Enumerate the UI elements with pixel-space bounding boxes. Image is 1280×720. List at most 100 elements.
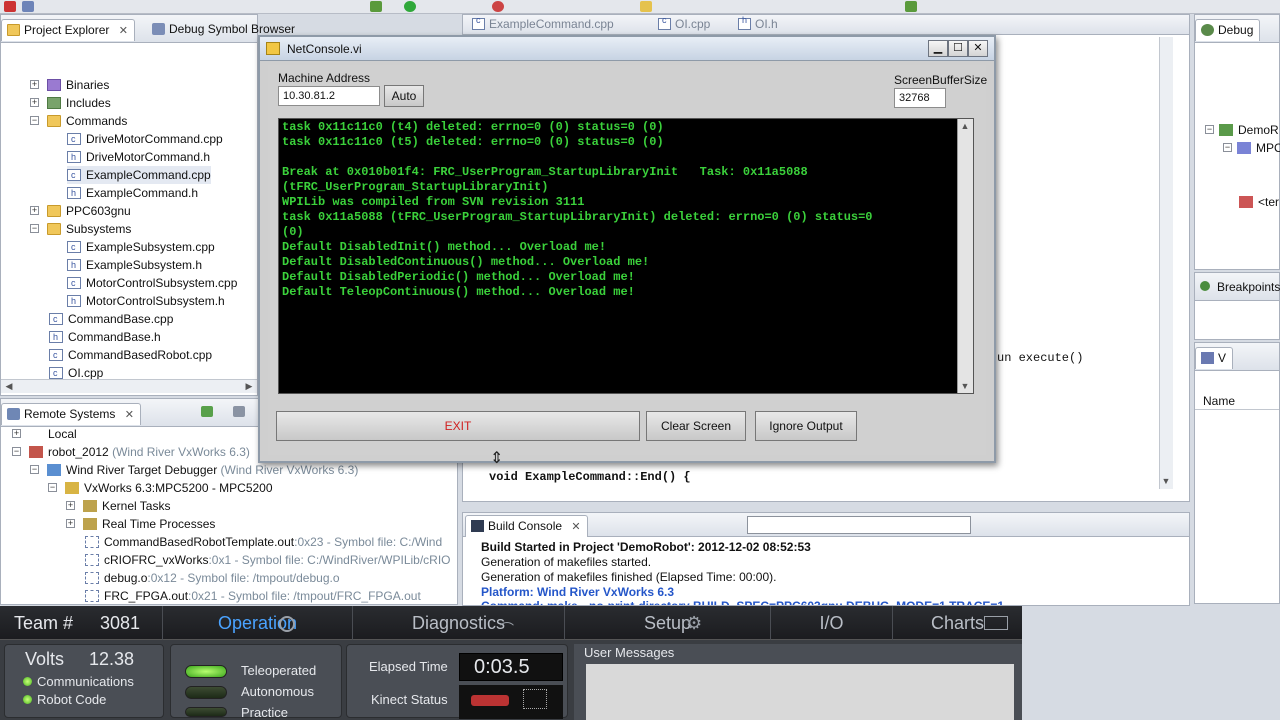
console-vertical-scrollbar[interactable]: ▲ ▼ (957, 119, 973, 393)
kernel-tasks-icon (83, 500, 97, 512)
gmail-icon[interactable] (4, 1, 16, 12)
expand-icon[interactable]: + (12, 429, 21, 438)
clear-screen-button[interactable]: Clear Screen (646, 411, 746, 441)
tree-item-commandbase-cpp[interactable]: CommandBase.cpp (49, 310, 173, 328)
tree-item-examplecommand-h[interactable]: ExampleCommand.h (67, 184, 198, 202)
expand-icon[interactable]: + (30, 98, 39, 107)
close-button[interactable]: ✕ (968, 40, 988, 57)
tree-item-subsystems[interactable]: − Subsystems (30, 220, 131, 238)
tree-item-local[interactable]: + Local (12, 425, 77, 443)
collapse-icon[interactable]: − (12, 447, 21, 456)
collapse-icon[interactable]: − (48, 483, 57, 492)
machine-address-field[interactable]: 10.30.81.2 (278, 86, 380, 106)
user-messages-box[interactable] (586, 664, 1014, 720)
exit-button[interactable]: EXIT (276, 411, 640, 441)
mode-autonomous[interactable]: Autonomous (241, 684, 314, 699)
collapse-icon[interactable]: − (30, 224, 39, 233)
link-icon[interactable] (233, 406, 245, 417)
search-icon[interactable] (640, 1, 652, 12)
netconsole-titlebar[interactable]: NetConsole.vi ▁ ☐ ✕ (260, 37, 994, 61)
close-icon[interactable]: ✕ (119, 25, 128, 37)
tab-project-explorer[interactable]: Project Explorer ✕ (1, 19, 135, 41)
variables-name-column-header[interactable]: Name (1203, 394, 1235, 408)
tree-item-vxworks[interactable]: − VxWorks 6.3:MPC5200 - MPC5200 (48, 479, 273, 497)
scroll-right-icon[interactable]: ▶ (243, 380, 255, 392)
autonomous-indicator[interactable] (185, 686, 227, 699)
tree-item-real-time-processes[interactable]: + Real Time Processes (66, 515, 215, 533)
minimize-button[interactable]: ▁ (928, 40, 948, 57)
tree-item-symbol-file-criofrc[interactable]: cRIOFRC_vxWorks:0x1 - Symbol file: C:/Wi… (85, 551, 451, 569)
tree-item-binaries[interactable]: + Binaries (30, 76, 109, 94)
robot-code-status: Robot Code (23, 692, 106, 707)
scroll-down-icon[interactable]: ▼ (1160, 475, 1172, 487)
debug-item-mpc[interactable]: − MPC (1223, 139, 1280, 157)
screen-buffer-size-field[interactable]: 32768 (894, 88, 946, 108)
tab-diagnostics[interactable]: Diagnostics (352, 606, 564, 640)
tab-operation[interactable]: Operation (162, 606, 352, 640)
tree-item-examplecommand-cpp[interactable]: ExampleCommand.cpp (67, 166, 211, 184)
tree-item-motorcontrolsubsystem-h[interactable]: MotorControlSubsystem.h (67, 292, 225, 310)
scroll-left-icon[interactable]: ◀ (3, 380, 15, 392)
expand-icon[interactable]: + (66, 501, 75, 510)
target-icon[interactable] (492, 1, 504, 12)
tree-item-ppc603gnu[interactable]: + PPC603gnu (30, 202, 131, 220)
collapse-icon[interactable]: − (30, 116, 39, 125)
save-icon[interactable] (22, 1, 34, 12)
scroll-down-icon[interactable]: ▼ (959, 380, 971, 392)
tab-setup[interactable]: Setup (564, 606, 770, 640)
auto-button[interactable]: Auto (384, 85, 424, 107)
mode-teleoperated[interactable]: Teleoperated (241, 663, 316, 678)
tab-remote-systems[interactable]: Remote Systems ✕ (1, 403, 141, 425)
tree-item-robot-2012[interactable]: − robot_2012 (Wind River VxWorks 6.3) (12, 443, 250, 461)
maximize-button[interactable]: ☐ (948, 40, 968, 57)
tree-item-drivemotorcommand-cpp[interactable]: DriveMotorCommand.cpp (67, 130, 223, 148)
tree-item-symbol-file-debug[interactable]: debug.o:0x12 - Symbol file: /tmpout/debu… (85, 569, 340, 587)
tree-item-symbol-file-robot-template[interactable]: CommandBasedRobotTemplate.out:0x23 - Sym… (85, 533, 442, 551)
tree-item-commandbasedrobot-cpp[interactable]: CommandBasedRobot.cpp (49, 346, 212, 364)
run-icon[interactable] (404, 1, 416, 12)
expand-icon[interactable]: + (30, 80, 39, 89)
tree-item-symbol-file-fpga[interactable]: FRC_FPGA.out:0x21 - Symbol file: /tmpout… (85, 587, 421, 605)
tree-item-kernel-tasks[interactable]: + Kernel Tasks (66, 497, 170, 515)
tree-item-motorcontrolsubsystem-cpp[interactable]: MotorControlSubsystem.cpp (67, 274, 237, 292)
editor-vertical-scrollbar[interactable]: ▼ (1159, 37, 1173, 489)
tab-examplecommand-cpp[interactable]: ExampleCommand.cpp (467, 15, 620, 35)
tree-item-target-debugger[interactable]: − Wind River Target Debugger (Wind River… (30, 461, 358, 479)
tab-oi-cpp[interactable]: OI.cpp (653, 15, 716, 35)
console-selector[interactable] (747, 516, 971, 534)
horizontal-scrollbar[interactable]: ◀ ▶ (1, 379, 257, 393)
tree-item-commands[interactable]: − Commands (30, 112, 127, 130)
tree-item-commandbase-h[interactable]: CommandBase.h (49, 328, 161, 346)
tab-debug[interactable]: Debug (1195, 19, 1261, 41)
timing-panel: Elapsed Time 0:03.5 Kinect Status (346, 644, 568, 719)
scroll-up-icon[interactable]: ▲ (959, 120, 971, 132)
tree-item-drivemotorcommand-h[interactable]: DriveMotorCommand.h (67, 148, 210, 166)
teleoperated-indicator[interactable] (185, 665, 227, 678)
mode-practice[interactable]: Practice (241, 705, 288, 720)
tab-io[interactable]: I/O (770, 606, 892, 640)
debug-item-demorobot[interactable]: − DemoR (1205, 121, 1279, 139)
debug-item-terminated[interactable]: <ter (1239, 193, 1279, 211)
tab-oi-h[interactable]: OI.h (733, 15, 784, 35)
debug-icon[interactable] (370, 1, 382, 12)
project-explorer-tabstrip: Project Explorer ✕ Debug Symbol Browser (1, 15, 295, 43)
close-icon[interactable]: ✕ (571, 521, 580, 533)
practice-indicator[interactable] (185, 707, 227, 717)
expand-icon[interactable]: + (30, 206, 39, 215)
tab-variables[interactable]: V (1195, 347, 1234, 369)
collapse-icon[interactable]: − (1223, 143, 1232, 152)
tree-item-includes[interactable]: + Includes (30, 94, 111, 112)
new-connection-icon[interactable] (201, 406, 213, 417)
forward-icon[interactable] (905, 1, 917, 12)
console-line: (0) (282, 225, 304, 239)
ignore-output-button[interactable]: Ignore Output (755, 411, 857, 441)
tree-item-examplesubsystem-cpp[interactable]: ExampleSubsystem.cpp (67, 238, 215, 256)
tree-item-examplesubsystem-h[interactable]: ExampleSubsystem.h (67, 256, 202, 274)
close-icon[interactable]: ✕ (125, 409, 134, 421)
console-output[interactable]: task 0x11c11c0 (t4) deleted: errno=0 (0)… (278, 118, 974, 394)
tab-breakpoints[interactable]: Breakpoints (1195, 277, 1280, 299)
tab-build-console[interactable]: Build Console ✕ (465, 515, 588, 537)
expand-icon[interactable]: + (66, 519, 75, 528)
collapse-icon[interactable]: − (30, 465, 39, 474)
collapse-icon[interactable]: − (1205, 125, 1214, 134)
